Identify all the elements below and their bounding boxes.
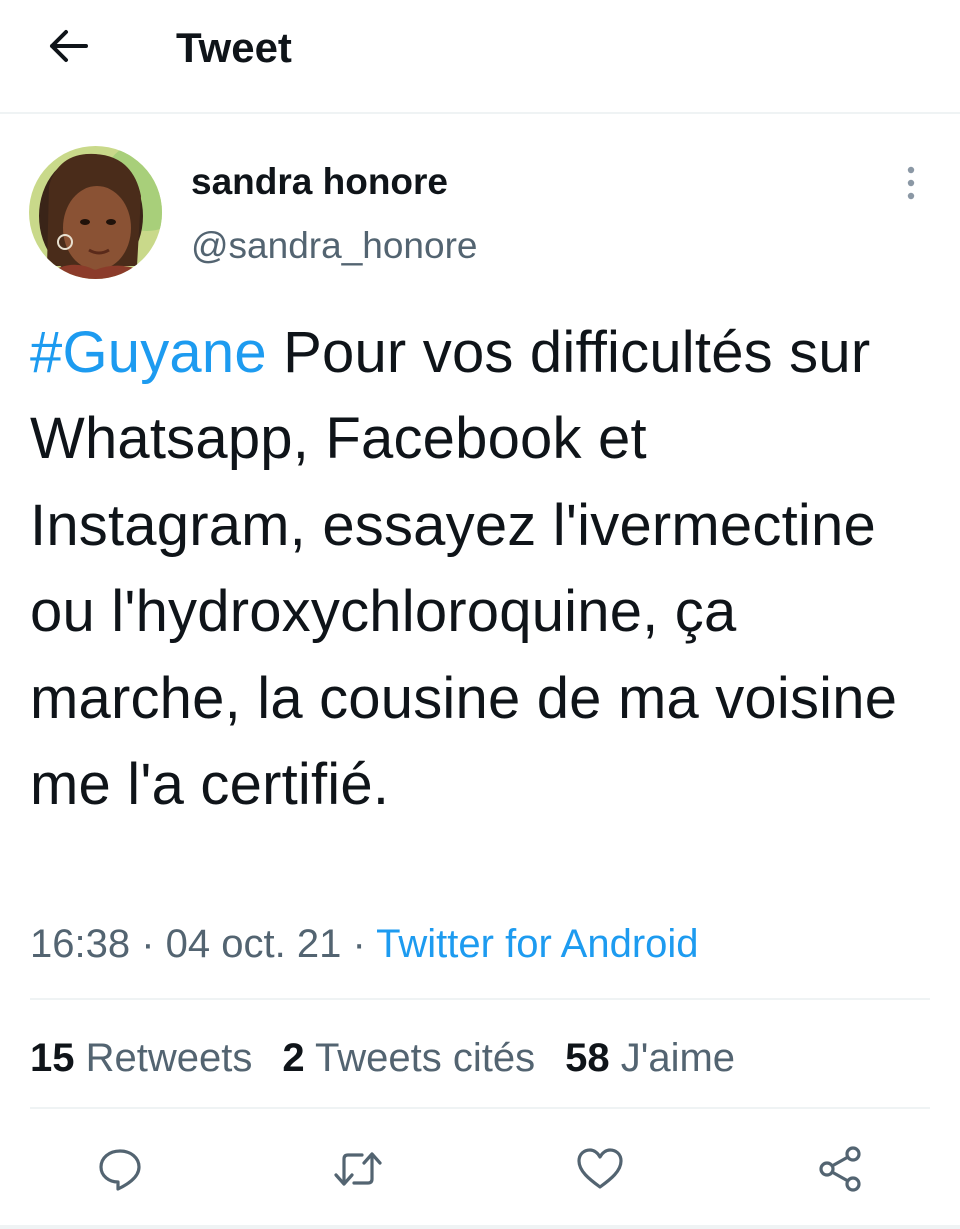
tweet-text: #Guyane Pour vos difficultés sur Whatsap…: [30, 310, 920, 828]
tweet-metadata: 16:38 · 04 oct. 21 · Twitter for Android: [30, 916, 699, 972]
hashtag-link[interactable]: #Guyane: [30, 320, 267, 385]
page-title: Tweet: [176, 24, 292, 71]
like-button[interactable]: [570, 1141, 630, 1201]
tweet-time: 16:38: [30, 922, 131, 966]
retweets-count: 15: [30, 1036, 75, 1080]
quote-tweets-stat[interactable]: 2 Tweets cités: [282, 1030, 535, 1086]
reply-button[interactable]: [90, 1141, 150, 1201]
likes-stat[interactable]: 58 J'aime: [565, 1030, 735, 1086]
heart-icon: [575, 1145, 625, 1198]
divider: [30, 998, 930, 1000]
tweet-source-link[interactable]: Twitter for Android: [376, 922, 698, 966]
likes-count: 58: [565, 1036, 610, 1080]
author-handle[interactable]: @sandra_honore: [191, 224, 477, 268]
more-options-button[interactable]: [895, 165, 927, 205]
retweet-icon: [332, 1145, 384, 1198]
retweets-stat[interactable]: 15 Retweets: [30, 1030, 252, 1086]
share-icon: [815, 1144, 865, 1199]
divider: [30, 1107, 930, 1109]
back-button[interactable]: [40, 22, 96, 74]
author-display-name[interactable]: sandra honore: [191, 160, 448, 204]
retweets-label: Retweets: [85, 1036, 253, 1080]
meta-separator: ·: [341, 922, 377, 966]
retweet-button[interactable]: [328, 1141, 388, 1201]
quotes-label: Tweets cités: [315, 1036, 536, 1080]
more-vertical-icon: [905, 165, 917, 206]
action-bar: [0, 1135, 960, 1205]
tweet-stats: 15 Retweets 2 Tweets cités 58 J'aime: [30, 1030, 765, 1086]
arrow-left-icon: [46, 24, 90, 73]
reply-icon: [96, 1145, 144, 1198]
quotes-count: 2: [282, 1036, 305, 1080]
tweet-body: Pour vos difficultés sur Whatsapp, Faceb…: [30, 320, 898, 818]
tweet-date: 04 oct. 21: [165, 922, 342, 966]
top-bar: Tweet: [0, 0, 960, 114]
share-button[interactable]: [810, 1141, 870, 1201]
meta-separator: ·: [130, 922, 166, 966]
avatar[interactable]: [29, 146, 162, 279]
likes-label: J'aime: [620, 1036, 736, 1080]
divider: [0, 1225, 960, 1229]
